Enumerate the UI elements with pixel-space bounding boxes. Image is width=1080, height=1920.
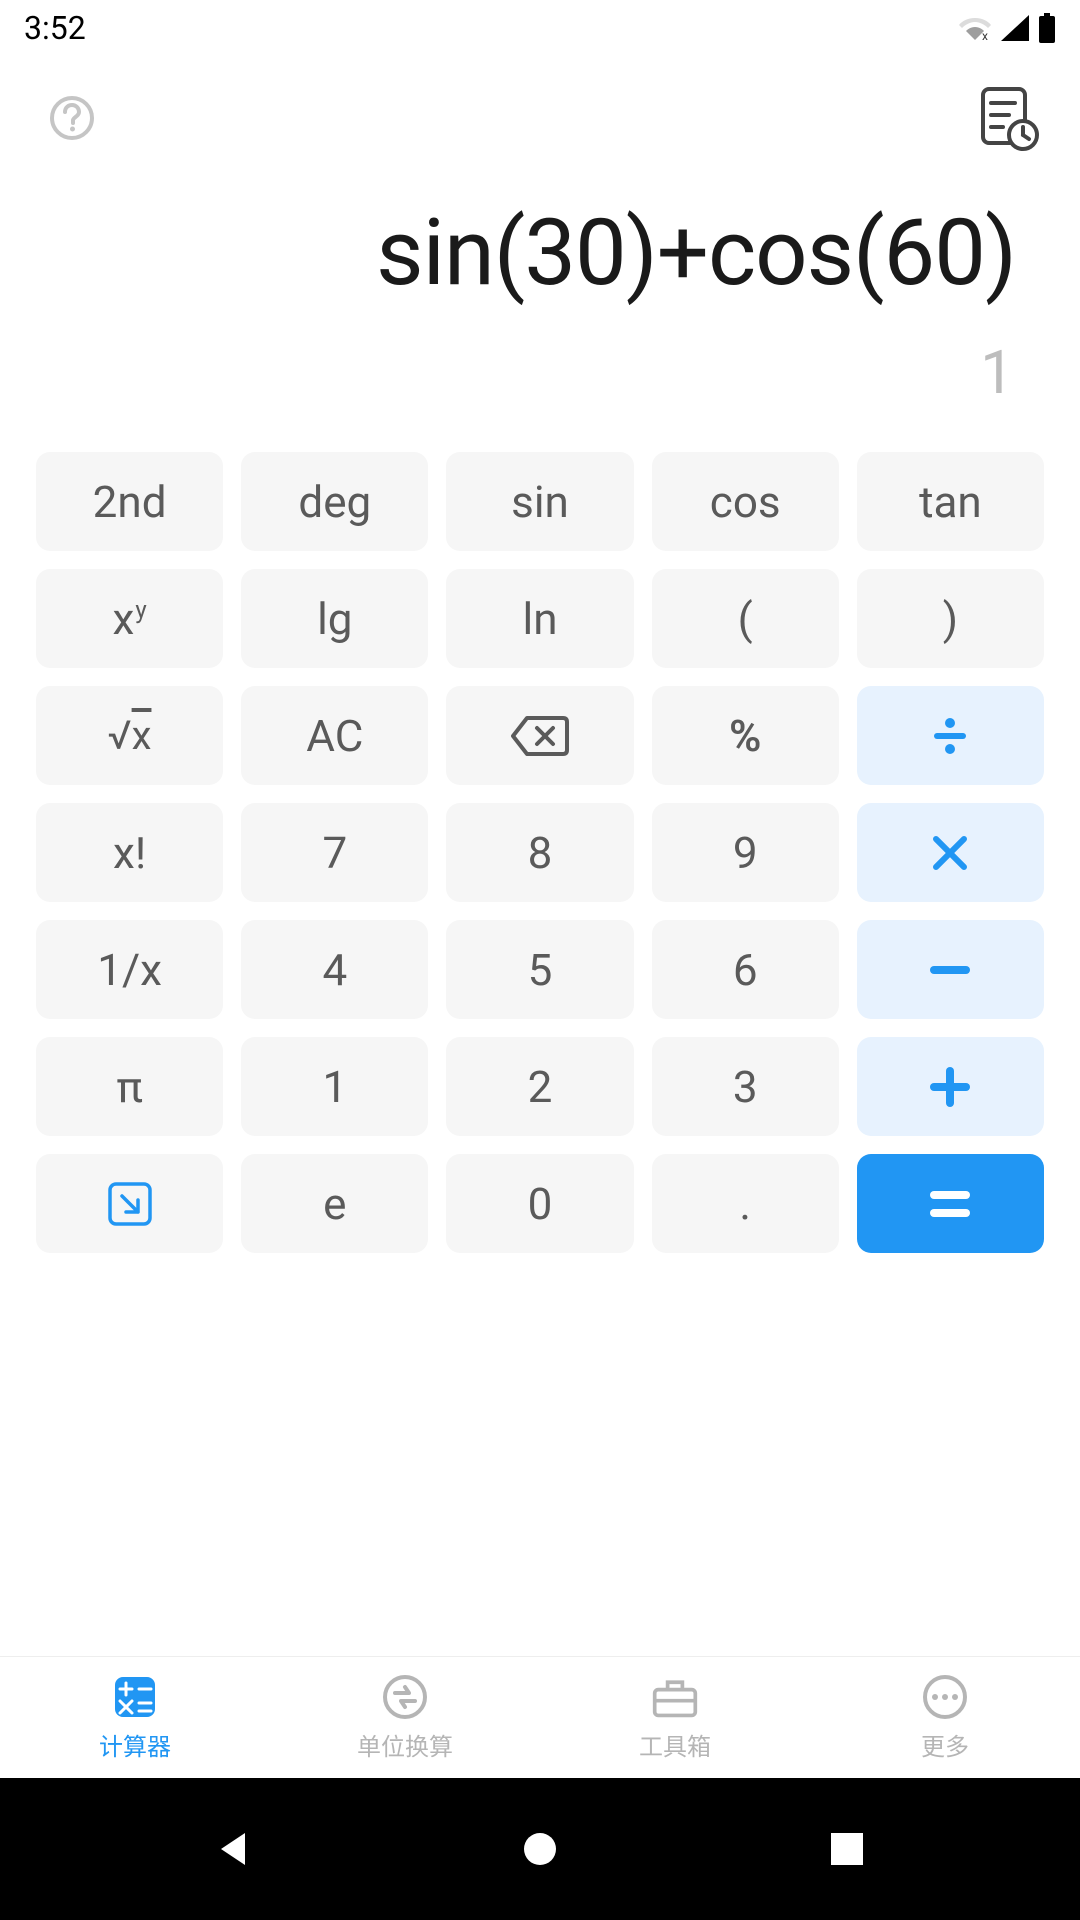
nav-unit[interactable]: 单位换算 [270,1657,540,1778]
key-minus[interactable] [857,920,1044,1019]
key-backspace[interactable] [446,686,633,785]
equals-icon [930,1189,970,1219]
key-sin[interactable]: sin [446,452,633,551]
cellular-icon [1000,14,1030,42]
plus-icon [930,1067,970,1107]
key-lparen[interactable]: ( [652,569,839,668]
key-percent[interactable]: % [652,686,839,785]
key-factorial[interactable]: x! [36,803,223,902]
multiply-icon [932,835,968,871]
divide-icon [930,716,970,756]
nav-calculator-label: 计算器 [99,1727,171,1762]
key-sqrt[interactable]: √x [36,686,223,785]
nav-more[interactable]: 更多 [810,1657,1080,1778]
history-icon [977,85,1039,151]
key-1[interactable]: 1 [241,1037,428,1136]
key-2nd[interactable]: 2nd [36,452,223,551]
unit-icon [381,1673,429,1721]
back-triangle-icon [213,1829,253,1869]
history-button[interactable] [976,86,1040,150]
key-rparen[interactable]: ) [857,569,1044,668]
minus-icon [930,966,970,974]
sys-back-button[interactable] [203,1819,263,1879]
key-3[interactable]: 3 [652,1037,839,1136]
nav-calculator[interactable]: 计算器 [0,1657,270,1778]
key-6[interactable]: 6 [652,920,839,1019]
backspace-icon [511,716,569,756]
key-power[interactable]: xy [36,569,223,668]
top-toolbar [0,56,1080,150]
toolbox-icon [651,1673,699,1721]
status-icons: x [958,13,1056,43]
status-bar: 3:52 x [0,0,1080,56]
key-9[interactable]: 9 [652,803,839,902]
key-ln[interactable]: ln [446,569,633,668]
status-time: 3:52 [24,9,86,47]
key-8[interactable]: 8 [446,803,633,902]
bottom-nav: 计算器 单位换算 工具箱 更多 [0,1656,1080,1778]
key-deg[interactable]: deg [241,452,428,551]
nav-more-label: 更多 [921,1727,969,1762]
key-tan[interactable]: tan [857,452,1044,551]
key-reciprocal[interactable]: 1/x [36,920,223,1019]
nav-unit-label: 单位换算 [357,1727,453,1762]
home-circle-icon [520,1829,560,1869]
key-equals[interactable] [857,1154,1044,1253]
keypad: 2nd deg sin cos tan xy lg ln ( ) √x AC %… [0,428,1080,1285]
key-multiply[interactable] [857,803,1044,902]
key-2[interactable]: 2 [446,1037,633,1136]
key-0[interactable]: 0 [446,1154,633,1253]
key-plus[interactable] [857,1037,1044,1136]
help-icon [49,95,95,141]
key-7[interactable]: 7 [241,803,428,902]
key-collapse[interactable] [36,1154,223,1253]
key-5[interactable]: 5 [446,920,633,1019]
wifi-off-icon: x [958,15,992,41]
key-e[interactable]: e [241,1154,428,1253]
system-nav-bar [0,1778,1080,1920]
sys-recents-button[interactable] [817,1819,877,1879]
recents-square-icon [829,1831,865,1867]
nav-toolbox[interactable]: 工具箱 [540,1657,810,1778]
collapse-icon [106,1180,154,1228]
result-display: 1 [40,337,1016,408]
battery-icon [1038,13,1056,43]
key-ac[interactable]: AC [241,686,428,785]
help-button[interactable] [40,86,104,150]
key-dot[interactable]: . [652,1154,839,1253]
expression-display: sin(30)+cos(60) [40,200,1016,307]
calculator-icon [111,1673,159,1721]
svg-text:x: x [982,29,988,41]
key-lg[interactable]: lg [241,569,428,668]
key-divide[interactable] [857,686,1044,785]
nav-toolbox-label: 工具箱 [639,1727,711,1762]
more-icon [921,1673,969,1721]
key-4[interactable]: 4 [241,920,428,1019]
sys-home-button[interactable] [510,1819,570,1879]
key-cos[interactable]: cos [652,452,839,551]
key-pi[interactable]: π [36,1037,223,1136]
display-area: sin(30)+cos(60) 1 [0,150,1080,428]
